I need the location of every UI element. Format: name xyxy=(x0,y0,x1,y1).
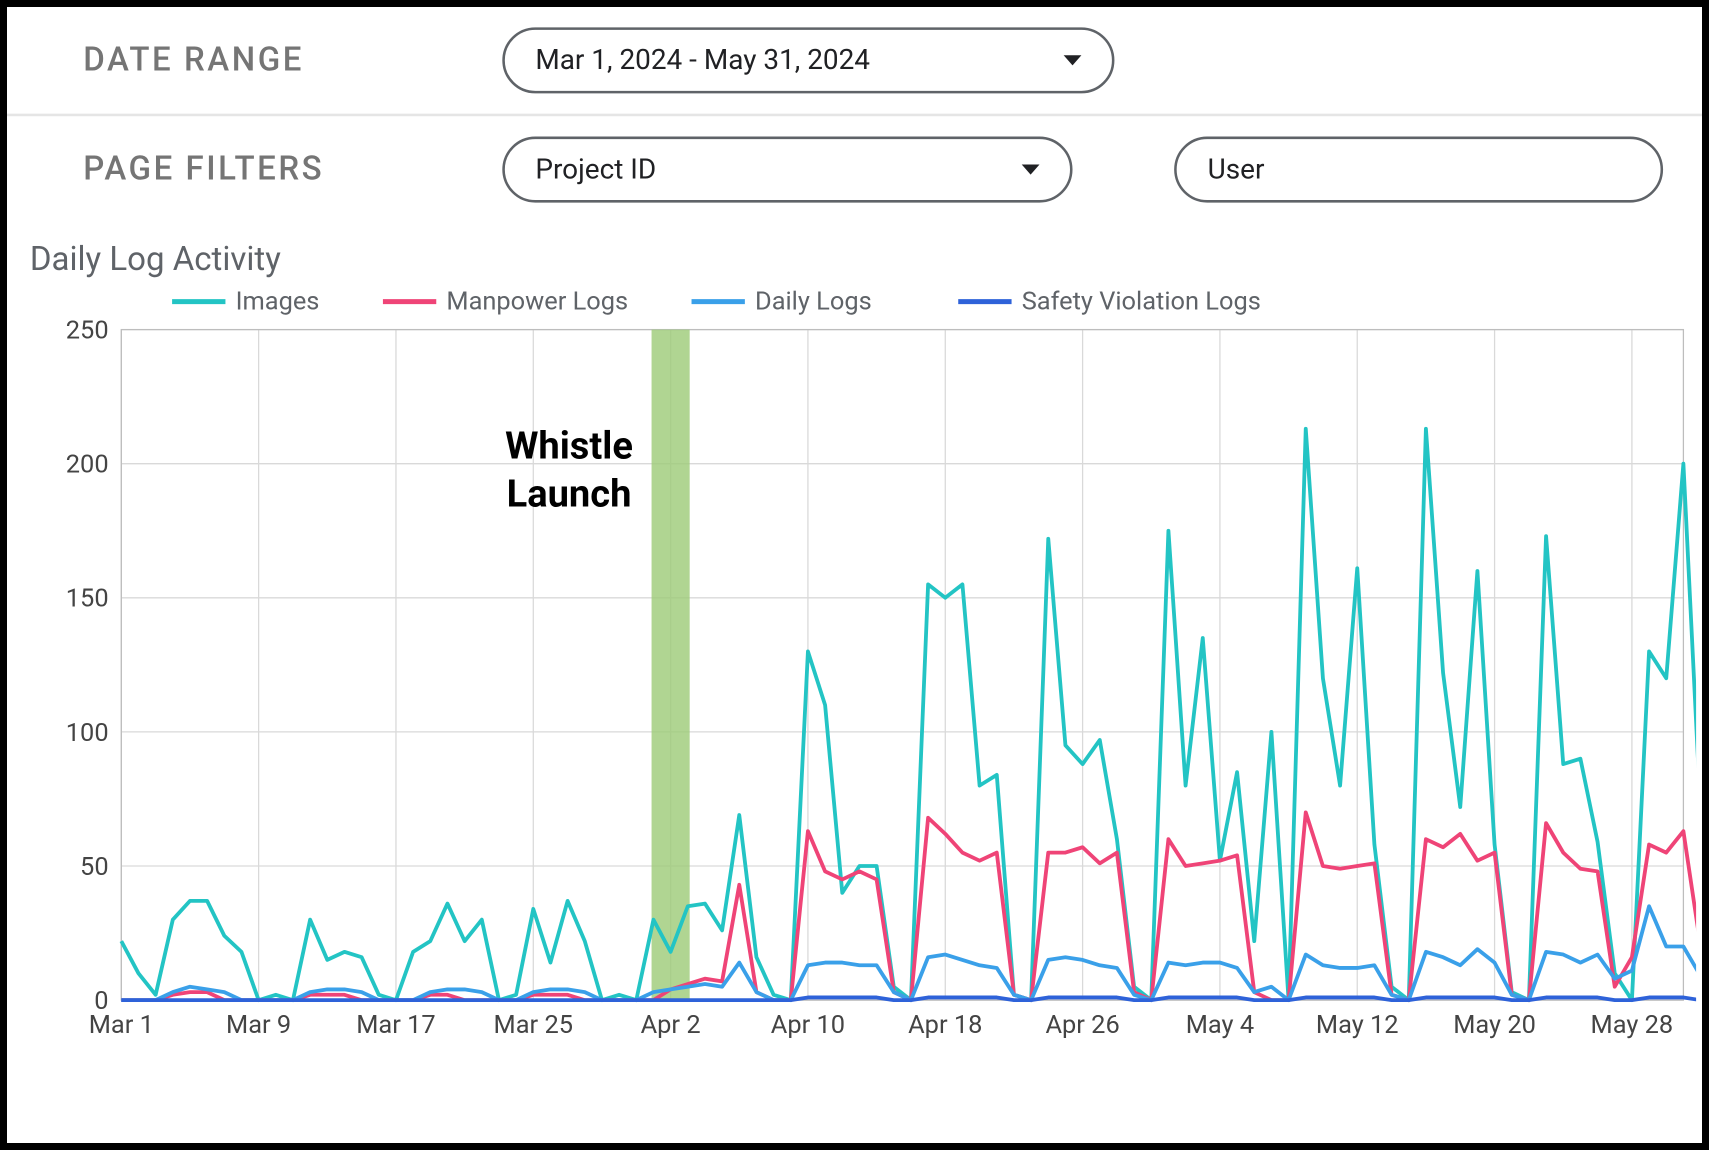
svg-text:Daily Logs: Daily Logs xyxy=(755,286,872,316)
svg-text:Mar 17: Mar 17 xyxy=(356,1010,435,1040)
svg-text:Mar 1: Mar 1 xyxy=(89,1010,154,1040)
svg-text:Apr 2: Apr 2 xyxy=(641,1010,701,1040)
svg-text:Apr 26: Apr 26 xyxy=(1045,1010,1119,1040)
svg-text:Launch: Launch xyxy=(507,473,632,517)
svg-text:Safety Violation Logs: Safety Violation Logs xyxy=(1022,286,1261,316)
svg-text:May 12: May 12 xyxy=(1316,1010,1399,1040)
project-id-dropdown[interactable]: Project ID xyxy=(502,137,1073,203)
svg-text:Manpower Logs: Manpower Logs xyxy=(446,286,628,316)
svg-text:May 28: May 28 xyxy=(1591,1010,1674,1040)
svg-text:200: 200 xyxy=(66,450,109,480)
date-range-label: DATE RANGE xyxy=(83,41,502,79)
date-range-dropdown[interactable]: Mar 1, 2024 - May 31, 2024 xyxy=(502,27,1114,93)
user-dropdown[interactable]: User xyxy=(1175,137,1664,203)
svg-text:150: 150 xyxy=(66,584,109,614)
svg-text:Apr 18: Apr 18 xyxy=(908,1010,982,1040)
svg-text:250: 250 xyxy=(66,315,109,345)
activity-chart: Images Manpower Logs Daily Logs Safety Viol… xyxy=(20,284,1696,1051)
chevron-down-icon xyxy=(1022,164,1040,174)
svg-text:Apr 10: Apr 10 xyxy=(771,1010,845,1040)
chevron-down-icon xyxy=(1064,55,1082,65)
date-range-value: Mar 1, 2024 - May 31, 2024 xyxy=(535,44,870,76)
svg-text:100: 100 xyxy=(66,718,109,748)
page-filters-label: PAGE FILTERS xyxy=(83,151,502,189)
svg-text:Images: Images xyxy=(236,286,320,316)
svg-text:Whistle: Whistle xyxy=(505,424,633,468)
svg-text:May 4: May 4 xyxy=(1186,1010,1254,1040)
project-id-value: Project ID xyxy=(535,154,656,186)
svg-text:50: 50 xyxy=(80,852,109,882)
svg-text:May 20: May 20 xyxy=(1453,1010,1536,1040)
svg-text:Mar 25: Mar 25 xyxy=(494,1010,573,1040)
user-value: User xyxy=(1208,154,1265,186)
chart-title: Daily Log Activity xyxy=(7,223,1709,284)
svg-text:Mar 9: Mar 9 xyxy=(226,1010,291,1040)
